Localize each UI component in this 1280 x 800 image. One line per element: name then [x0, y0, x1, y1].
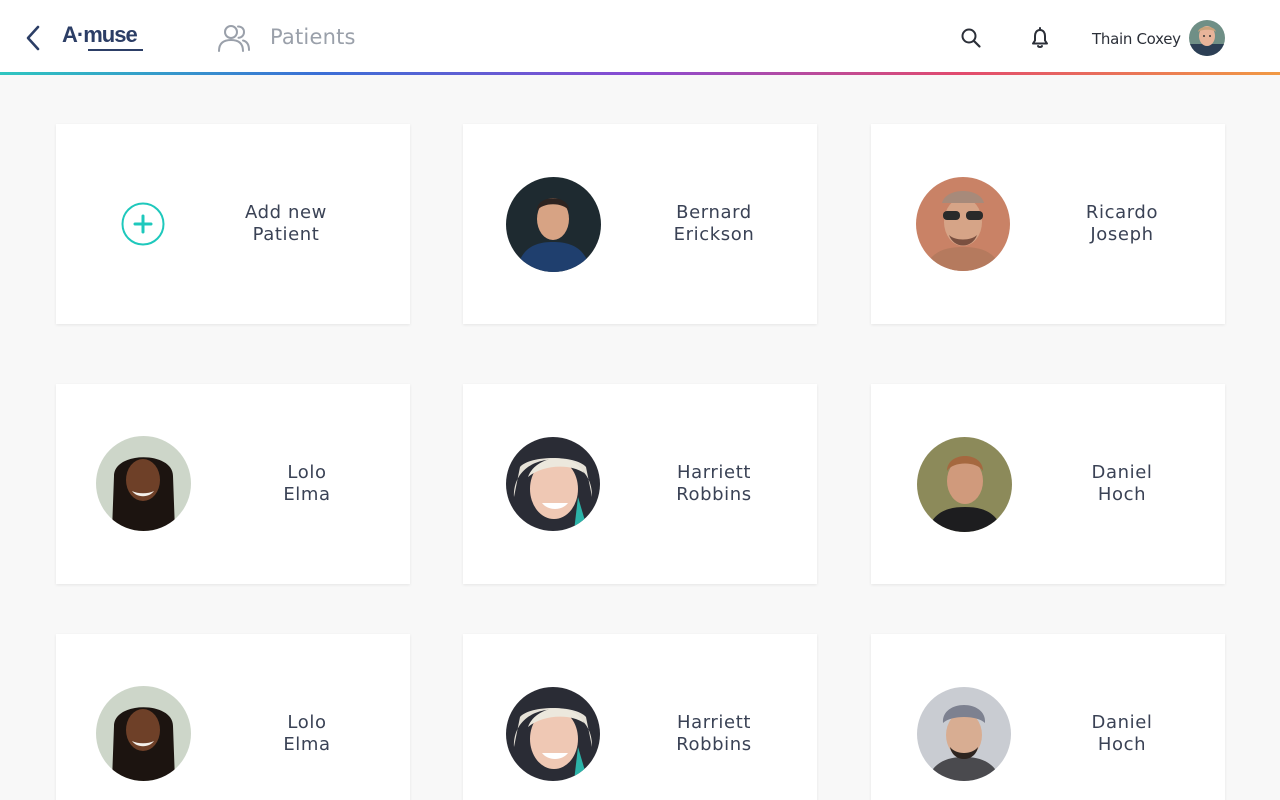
patient-avatar	[917, 687, 1011, 781]
search-icon	[961, 28, 981, 48]
patient-name: Lolo Elma	[226, 384, 388, 584]
patient-last-name: Hoch	[1097, 484, 1147, 505]
patient-name: Ricardo Joseph	[1041, 124, 1203, 324]
add-patient-card[interactable]: Add new Patient	[56, 124, 410, 324]
patient-name: Bernard Erickson	[633, 124, 795, 324]
patient-avatar	[96, 686, 191, 781]
patient-last-name: Robbins	[676, 484, 752, 505]
patient-name: Lolo Elma	[226, 634, 388, 800]
patient-card[interactable]: Lolo Elma	[56, 384, 410, 584]
patient-name: Harriett Robbins	[633, 384, 795, 584]
notifications-button[interactable]	[1027, 24, 1053, 52]
header-gradient-line	[0, 72, 1280, 75]
patient-avatar	[916, 177, 1010, 271]
patient-card[interactable]: Harriett Robbins	[463, 634, 817, 800]
patient-name: Daniel Hoch	[1041, 634, 1203, 800]
patient-avatar	[96, 436, 191, 531]
patient-card[interactable]: Ricardo Joseph	[871, 124, 1225, 324]
chevron-left-icon	[26, 25, 40, 51]
add-patient-line2: Patient	[252, 224, 320, 245]
app-logo[interactable]: A·muse	[62, 22, 143, 52]
logo-text: A·muse	[62, 22, 138, 47]
patient-first-name: Harriett	[676, 712, 752, 733]
patient-name: Harriett Robbins	[633, 634, 795, 800]
patient-last-name: Robbins	[676, 734, 752, 755]
patient-avatar	[506, 687, 600, 781]
bell-icon	[1032, 27, 1048, 48]
patient-last-name: Hoch	[1097, 734, 1147, 755]
patient-last-name: Elma	[283, 484, 331, 505]
add-patient-label: Add new Patient	[206, 124, 366, 324]
patient-avatar	[506, 177, 601, 272]
back-button[interactable]	[20, 22, 46, 54]
patient-avatar	[917, 437, 1012, 532]
users-icon	[216, 22, 252, 54]
patient-card[interactable]: Lolo Elma	[56, 634, 410, 800]
patient-first-name: Ricardo	[1085, 202, 1159, 223]
logo-underline	[88, 49, 143, 51]
patient-first-name: Lolo	[287, 462, 327, 483]
page-title: Patients	[270, 25, 356, 49]
patient-first-name: Daniel	[1091, 712, 1153, 733]
patient-name: Daniel Hoch	[1041, 384, 1203, 584]
patient-first-name: Harriett	[676, 462, 752, 483]
patient-avatar	[506, 437, 600, 531]
patient-card[interactable]: Harriett Robbins	[463, 384, 817, 584]
patient-card[interactable]: Daniel Hoch	[871, 384, 1225, 584]
user-avatar[interactable]	[1189, 20, 1225, 56]
patient-card[interactable]: Daniel Hoch	[871, 634, 1225, 800]
patient-first-name: Bernard	[676, 202, 752, 223]
plus-circle-icon	[121, 202, 165, 246]
patient-first-name: Lolo	[287, 712, 327, 733]
patient-first-name: Daniel	[1091, 462, 1153, 483]
patient-last-name: Joseph	[1090, 224, 1154, 245]
user-name[interactable]: Thain Coxey	[1092, 30, 1181, 48]
top-bar: A·muse Patients Thain Coxey	[0, 0, 1280, 75]
patient-last-name: Erickson	[673, 224, 755, 245]
add-patient-line1: Add new	[245, 202, 327, 223]
search-button[interactable]	[957, 24, 985, 52]
patient-card[interactable]: Bernard Erickson	[463, 124, 817, 324]
patient-last-name: Elma	[283, 734, 331, 755]
